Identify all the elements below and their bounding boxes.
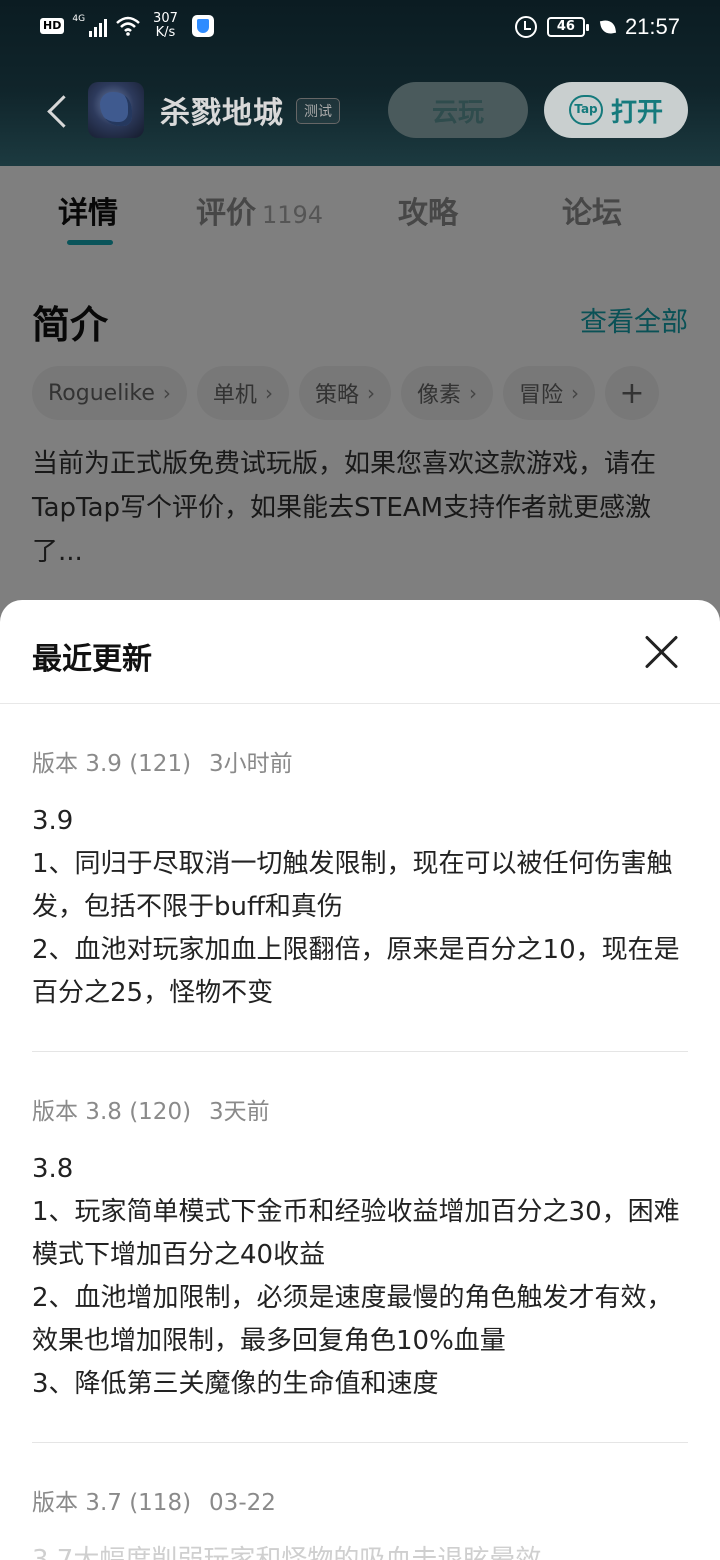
cloud-play-label: 云玩 (431, 97, 484, 128)
game-icon (88, 82, 144, 138)
taptap-logo-icon: Tap (568, 95, 603, 125)
status-time: 21:57 (624, 14, 680, 39)
version-notes: 3.7大幅度削弱玩家和怪物的吸血击退眩晕效 (32, 1539, 688, 1560)
version-meta: 版本 3.7 (118) 03-22 (32, 1483, 688, 1519)
note-line: 1、同归于尽取消一切触发限制，现在可以被任何伤害触发，包括不限于buff和真伤 (32, 849, 673, 922)
status-bar: HD 4G 307 K/s 46 21:57 (0, 0, 720, 56)
open-button[interactable]: Tap 打开 (544, 82, 688, 138)
security-shield-icon (191, 15, 214, 37)
note-line: 3.7大幅度削弱玩家和怪物的吸血击退眩晕效 (32, 1545, 542, 1560)
sheet-header: 最近更新 (0, 600, 720, 704)
note-line: 1、玩家简单模式下金币和经验收益增加百分之30，困难模式下增加百分之40收益 (32, 1197, 680, 1270)
app-header: HD 4G 307 K/s 46 21:57 杀戮地城 测试 云玩 Tap 打开 (0, 0, 720, 166)
version-entry: 版本 3.8 (120) 3天前 3.8 1、玩家简单模式下金币和经验收益增加百分… (32, 1052, 688, 1443)
note-line: 3.8 (32, 1154, 74, 1184)
hd-icon: HD (40, 18, 65, 34)
battery-icon: 46 (546, 17, 589, 37)
close-icon[interactable] (642, 632, 682, 672)
cellular-signal-icon: 4G (72, 15, 108, 37)
version-notes: 3.8 1、玩家简单模式下金币和经验收益增加百分之30，困难模式下增加百分之40… (32, 1148, 688, 1406)
alarm-icon (514, 16, 537, 38)
cloud-play-button[interactable]: 云玩 (388, 82, 528, 138)
version-meta: 版本 3.9 (121) 3小时前 (32, 744, 688, 780)
app-bar: 杀戮地城 测试 云玩 Tap 打开 (0, 70, 720, 150)
sheet-title: 最近更新 (32, 642, 152, 677)
version-notes: 3.9 1、同归于尽取消一切触发限制，现在可以被任何伤害触发，包括不限于buff… (32, 800, 688, 1015)
version-meta: 版本 3.8 (120) 3天前 (32, 1092, 688, 1128)
version-list: 版本 3.9 (121) 3小时前 3.9 1、同归于尽取消一切触发限制，现在可以… (0, 704, 720, 1560)
back-button[interactable] (40, 88, 80, 132)
game-title: 杀戮地城 (160, 96, 284, 131)
version-number: 版本 3.8 (120) (32, 1099, 192, 1125)
note-line: 2、血池对玩家加血上限翻倍，原来是百分之10，现在是百分之25，怪物不变 (32, 935, 680, 1008)
recent-updates-sheet: 最近更新 版本 3.9 (121) 3小时前 3.9 1、同归于尽取消一切触发限制… (0, 600, 720, 1560)
version-time: 03-22 (209, 1490, 276, 1516)
network-speed: 307 K/s (153, 11, 178, 40)
note-line: 2、血池增加限制，必须是速度最慢的角色触发才有效，效果也增加限制，最多回复角色1… (32, 1283, 673, 1356)
version-number: 版本 3.9 (121) (32, 751, 192, 777)
version-entry: 版本 3.9 (121) 3小时前 3.9 1、同归于尽取消一切触发限制，现在可以… (32, 704, 688, 1052)
version-entry: 版本 3.7 (118) 03-22 3.7大幅度削弱玩家和怪物的吸血击退眩晕效 (32, 1443, 688, 1560)
version-number: 版本 3.7 (118) (32, 1490, 192, 1516)
wifi-icon (116, 16, 140, 36)
power-saving-leaf-icon (599, 18, 617, 36)
note-line: 3、降低第三关魔像的生命值和速度 (32, 1369, 439, 1399)
note-line: 3.9 (32, 806, 74, 836)
open-label: 打开 (610, 97, 663, 128)
test-badge: 测试 (296, 98, 340, 124)
version-time: 3天前 (209, 1099, 270, 1125)
version-time: 3小时前 (209, 751, 293, 777)
